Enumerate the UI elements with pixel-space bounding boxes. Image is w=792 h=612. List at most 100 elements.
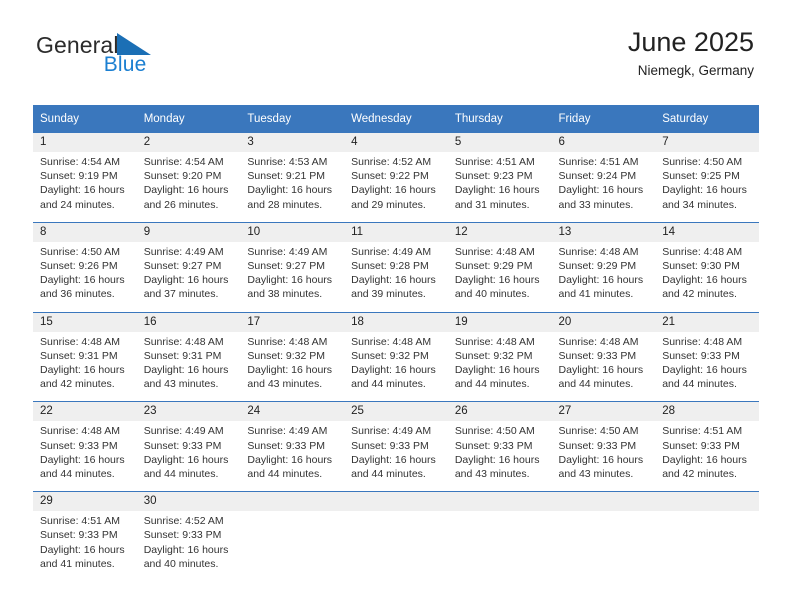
- day-details: Sunrise: 4:48 AM Sunset: 9:33 PM Daylight:…: [655, 332, 759, 402]
- day-cell-empty: [551, 491, 656, 582]
- day-number: 28: [655, 401, 759, 422]
- day-cell[interactable]: 17 Sunrise: 4:48 AM Sunset: 9:32 PM Dayligh…: [240, 311, 345, 402]
- day-number: [551, 491, 656, 512]
- daylight-text-line1: Daylight: 16 hours: [454, 364, 540, 377]
- sunrise-text: Sunrise: 4:51 AM: [40, 515, 120, 528]
- sunrise-text: Sunrise: 4:49 AM: [247, 425, 328, 438]
- daylight-text-line2: and 31 minutes.: [454, 198, 530, 211]
- sunset-text: Sunset: 9:29 PM: [558, 260, 637, 273]
- day-details: Sunrise: 4:48 AM Sunset: 9:32 PM Daylight:…: [448, 332, 552, 402]
- day-cell[interactable]: 24 Sunrise: 4:49 AM Sunset: 9:33 PM Dayligh…: [240, 401, 345, 492]
- daylight-text-line1: Daylight: 16 hours: [40, 184, 125, 197]
- day-details: Sunrise: 4:48 AM Sunset: 9:33 PM Daylight:…: [33, 421, 137, 491]
- sunset-text: Sunset: 9:33 PM: [558, 349, 637, 362]
- day-cell[interactable]: 5 Sunrise: 4:51 AM Sunset: 9:23 PM Daylight…: [447, 133, 552, 222]
- day-details: Sunrise: 4:52 AM Sunset: 9:22 PM Daylight:…: [344, 152, 448, 222]
- weekday-header-friday: Friday: [551, 105, 656, 133]
- day-cell[interactable]: 4 Sunrise: 4:52 AM Sunset: 9:22 PM Daylight…: [344, 133, 448, 222]
- day-details: [344, 511, 448, 573]
- day-number: 12: [447, 221, 552, 242]
- daylight-text-line2: and 44 minutes.: [558, 378, 634, 391]
- day-cell[interactable]: 8 Sunrise: 4:50 AM Sunset: 9:26 PM Daylight…: [33, 221, 137, 312]
- day-cell[interactable]: 29 Sunrise: 4:51 AM Sunset: 9:33 PM Dayligh…: [33, 491, 137, 582]
- sunrise-text: Sunrise: 4:49 AM: [247, 245, 328, 258]
- sunset-text: Sunset: 9:33 PM: [40, 439, 118, 452]
- day-details: Sunrise: 4:49 AM Sunset: 9:27 PM Daylight:…: [240, 242, 344, 312]
- day-cell[interactable]: 10 Sunrise: 4:49 AM Sunset: 9:27 PM Dayligh…: [240, 221, 345, 312]
- daylight-text-line2: and 33 minutes.: [558, 198, 634, 211]
- day-cell[interactable]: 18 Sunrise: 4:48 AM Sunset: 9:32 PM Dayligh…: [344, 311, 448, 402]
- day-cell[interactable]: 13 Sunrise: 4:48 AM Sunset: 9:29 PM Dayligh…: [551, 221, 656, 312]
- day-number: 24: [240, 401, 345, 422]
- day-cell[interactable]: 19 Sunrise: 4:48 AM Sunset: 9:32 PM Dayligh…: [447, 311, 552, 402]
- day-cell[interactable]: 7 Sunrise: 4:50 AM Sunset: 9:25 PM Daylight…: [655, 133, 759, 222]
- calendar-week-row: 29 Sunrise: 4:51 AM Sunset: 9:33 PM Dayligh…: [33, 491, 759, 582]
- day-cell[interactable]: 27 Sunrise: 4:50 AM Sunset: 9:33 PM Dayligh…: [551, 401, 656, 492]
- day-cell[interactable]: 1 Sunrise: 4:54 AM Sunset: 9:19 PM Daylight…: [33, 133, 137, 222]
- daylight-text-line1: Daylight: 16 hours: [143, 274, 229, 287]
- day-details: Sunrise: 4:54 AM Sunset: 9:20 PM Daylight:…: [137, 152, 241, 222]
- day-cell[interactable]: 23 Sunrise: 4:49 AM Sunset: 9:33 PM Dayligh…: [136, 401, 241, 492]
- sunrise-text: Sunrise: 4:54 AM: [143, 156, 224, 168]
- day-details: [448, 511, 552, 573]
- sunset-text: Sunset: 9:33 PM: [40, 529, 118, 542]
- daylight-text-line2: and 43 minutes.: [247, 378, 323, 391]
- sunset-text: Sunset: 9:31 PM: [40, 349, 118, 362]
- day-number: 19: [447, 311, 552, 332]
- sunset-text: Sunset: 9:30 PM: [662, 260, 740, 273]
- daylight-text-line1: Daylight: 16 hours: [247, 184, 333, 197]
- day-cell[interactable]: 26 Sunrise: 4:50 AM Sunset: 9:33 PM Dayligh…: [447, 401, 552, 492]
- day-details: Sunrise: 4:51 AM Sunset: 9:24 PM Daylight:…: [552, 152, 656, 222]
- day-details: Sunrise: 4:49 AM Sunset: 9:33 PM Daylight:…: [137, 421, 241, 491]
- day-cell[interactable]: 22 Sunrise: 4:48 AM Sunset: 9:33 PM Dayligh…: [33, 401, 137, 492]
- day-cell[interactable]: 11 Sunrise: 4:49 AM Sunset: 9:28 PM Dayligh…: [344, 221, 448, 312]
- sunrise-text: Sunrise: 4:48 AM: [662, 245, 743, 258]
- sunrise-text: Sunrise: 4:48 AM: [247, 335, 328, 348]
- daylight-text-line1: Daylight: 16 hours: [247, 274, 333, 287]
- day-cell[interactable]: 21 Sunrise: 4:48 AM Sunset: 9:33 PM Dayligh…: [655, 311, 759, 402]
- daylight-text-line1: Daylight: 16 hours: [143, 364, 229, 377]
- daylight-text-line2: and 28 minutes.: [247, 198, 323, 211]
- day-cell[interactable]: 9 Sunrise: 4:49 AM Sunset: 9:27 PM Daylight…: [136, 221, 241, 312]
- sunset-text: Sunset: 9:33 PM: [143, 529, 222, 542]
- day-details: Sunrise: 4:49 AM Sunset: 9:33 PM Daylight:…: [344, 421, 448, 491]
- day-cell-empty: [344, 491, 448, 582]
- day-details: Sunrise: 4:50 AM Sunset: 9:25 PM Daylight:…: [655, 152, 759, 222]
- day-cell[interactable]: 25 Sunrise: 4:49 AM Sunset: 9:33 PM Dayligh…: [344, 401, 448, 492]
- day-number: 25: [344, 401, 448, 422]
- sunrise-text: Sunrise: 4:48 AM: [454, 245, 535, 258]
- sunrise-text: Sunrise: 4:51 AM: [662, 425, 743, 438]
- sunrise-text: Sunrise: 4:48 AM: [454, 335, 535, 348]
- daylight-text-line1: Daylight: 16 hours: [247, 453, 333, 466]
- location-subtitle: Niemegk, Germany: [637, 63, 754, 79]
- weekday-header-wednesday: Wednesday: [344, 105, 448, 133]
- daylight-text-line1: Daylight: 16 hours: [662, 274, 747, 287]
- day-cell[interactable]: 30 Sunrise: 4:52 AM Sunset: 9:33 PM Dayligh…: [136, 491, 241, 582]
- day-cell[interactable]: 28 Sunrise: 4:51 AM Sunset: 9:33 PM Dayligh…: [655, 401, 759, 492]
- day-cell[interactable]: 12 Sunrise: 4:48 AM Sunset: 9:29 PM Dayligh…: [447, 221, 552, 312]
- day-cell[interactable]: 6 Sunrise: 4:51 AM Sunset: 9:24 PM Daylight…: [551, 133, 656, 222]
- day-cell[interactable]: 3 Sunrise: 4:53 AM Sunset: 9:21 PM Daylight…: [240, 133, 345, 222]
- daylight-text-line1: Daylight: 16 hours: [454, 184, 540, 197]
- sunrise-text: Sunrise: 4:50 AM: [40, 245, 120, 258]
- day-cell[interactable]: 16 Sunrise: 4:48 AM Sunset: 9:31 PM Dayligh…: [136, 311, 241, 402]
- day-number: 9: [136, 221, 241, 242]
- day-number: 30: [136, 491, 241, 512]
- sunset-text: Sunset: 9:33 PM: [662, 349, 740, 362]
- day-cell[interactable]: 20 Sunrise: 4:48 AM Sunset: 9:33 PM Dayligh…: [551, 311, 656, 402]
- day-number: 17: [240, 311, 345, 332]
- day-cell[interactable]: 14 Sunrise: 4:48 AM Sunset: 9:30 PM Dayligh…: [655, 221, 759, 312]
- daylight-text-line2: and 34 minutes.: [662, 198, 737, 211]
- day-cell[interactable]: 2 Sunrise: 4:54 AM Sunset: 9:20 PM Daylight…: [136, 133, 241, 222]
- sunset-text: Sunset: 9:20 PM: [143, 170, 222, 183]
- day-number: 2: [136, 133, 241, 152]
- sunset-text: Sunset: 9:33 PM: [558, 439, 637, 452]
- day-cell-empty: [447, 491, 552, 582]
- generalblue-logo[interactable]: General Blue: [36, 33, 151, 75]
- sunrise-text: Sunrise: 4:52 AM: [351, 156, 432, 168]
- daylight-text-line2: and 44 minutes.: [351, 468, 426, 481]
- day-number: 29: [33, 491, 137, 512]
- daylight-text-line1: Daylight: 16 hours: [662, 364, 747, 377]
- day-cell[interactable]: 15 Sunrise: 4:48 AM Sunset: 9:31 PM Dayligh…: [33, 311, 137, 402]
- sunset-text: Sunset: 9:28 PM: [351, 260, 429, 273]
